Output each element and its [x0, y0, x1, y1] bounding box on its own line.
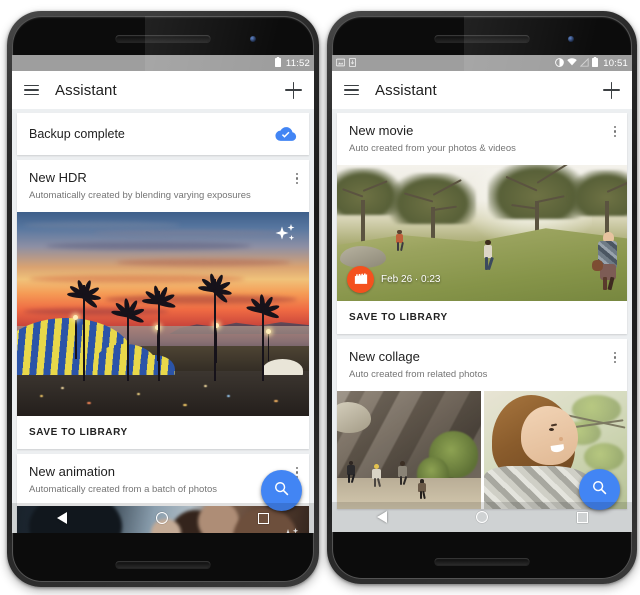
phone-bezel-right: 10:51 Assistant New movie Auto created f… [332, 16, 632, 579]
wifi-icon [567, 58, 577, 68]
screenshot-icon [335, 58, 346, 69]
card-new-hdr[interactable]: New HDR Automatically created by blendin… [17, 160, 309, 449]
no-signal-icon [579, 57, 589, 69]
earpiece-speaker-icon [434, 35, 530, 42]
palm-tree [141, 285, 176, 382]
card-header-new-collage: New collage Auto created from related ph… [337, 339, 627, 391]
search-icon [273, 480, 290, 502]
download-icon [349, 57, 356, 69]
movie-icon [347, 265, 374, 293]
card-subtitle: Automatically created by blending varyin… [29, 189, 251, 201]
bottom-speaker-icon [115, 561, 211, 568]
back-triangle-icon[interactable] [376, 511, 387, 523]
status-bar-clock: 10:51 [603, 57, 628, 69]
card-subtitle: Automatically created from a batch of ph… [29, 483, 217, 495]
hiker-person [395, 229, 404, 252]
status-bar-right-icons: 11:52 [274, 57, 310, 69]
plus-icon[interactable] [603, 81, 620, 99]
card-subtitle: Auto created from your photos & videos [349, 142, 516, 154]
search-icon [591, 479, 608, 501]
phone-device-right: 10:51 Assistant New movie Auto created f… [327, 11, 637, 584]
front-camera-icon [568, 36, 574, 42]
back-triangle-icon[interactable] [56, 512, 67, 524]
card-title: New movie [349, 123, 414, 138]
sunset-beach-scene [17, 211, 309, 416]
screenshot-stage: 11:52 Assistant Backup complete New HDR … [0, 0, 640, 595]
backup-status-row[interactable]: Backup complete [17, 113, 309, 155]
card-subtitle: Auto created from related photos [349, 368, 488, 380]
card-title: New HDR [29, 170, 87, 185]
card-backup-complete[interactable]: Backup complete [17, 113, 309, 155]
hiker-person [592, 231, 618, 291]
card-header-new-hdr: New HDR Automatically created by blendin… [17, 160, 309, 212]
card-title: New collage [349, 348, 420, 364]
bottom-speaker-icon [434, 558, 530, 565]
navigation-bar-left [12, 503, 314, 533]
video-badge: Feb 26 · 0:23 [347, 265, 441, 293]
face [520, 405, 579, 465]
front-camera-icon [250, 36, 256, 42]
home-circle-icon[interactable] [475, 511, 488, 523]
backup-status-label: Backup complete [29, 127, 125, 141]
card-header-new-movie: New movie Auto created from your photos … [337, 113, 627, 165]
page-title: Assistant [375, 81, 437, 99]
status-bar-right-icons: 10:51 [555, 57, 628, 69]
plus-icon[interactable] [285, 81, 302, 99]
palm-tree [197, 273, 233, 382]
video-badge-text: Feb 26 · 0:23 [381, 273, 441, 285]
card-photo-hdr[interactable] [17, 211, 309, 416]
cloud-done-icon [275, 126, 297, 142]
status-bar-right: 10:51 [332, 55, 632, 71]
app-bar-left: Assistant [12, 71, 314, 109]
assistant-feed-right[interactable]: New movie Auto created from your photos … [332, 109, 632, 509]
recents-square-icon[interactable] [258, 512, 270, 524]
recents-square-icon[interactable] [576, 511, 588, 523]
assistant-feed-left[interactable]: Backup complete New HDR Automatically cr… [12, 109, 314, 533]
phone-screen-left: 11:52 Assistant Backup complete New HDR … [12, 55, 314, 533]
palm-tree [66, 279, 101, 382]
do-not-disturb-icon [555, 57, 565, 69]
more-vert-icon[interactable] [613, 126, 616, 138]
card-photo-movie[interactable]: Feb 26 · 0:23 [337, 164, 627, 301]
battery-icon [274, 57, 281, 69]
card-title: New animation [29, 463, 115, 479]
page-title: Assistant [55, 81, 117, 99]
palm-tree [245, 293, 280, 382]
save-to-library-button[interactable]: SAVE TO LIBRARY [337, 301, 627, 334]
hiker-person [482, 239, 494, 271]
status-bar-left-icons [335, 57, 356, 69]
phone-device-left: 11:52 Assistant Backup complete New HDR … [7, 11, 319, 587]
phone-screen-right: 10:51 Assistant New movie Auto created f… [332, 55, 632, 532]
collage-photo-canyon[interactable] [337, 390, 481, 509]
status-bar-left: 11:52 [12, 55, 314, 71]
app-bar-right: Assistant [332, 71, 632, 109]
status-bar-clock: 11:52 [285, 57, 310, 69]
home-circle-icon[interactable] [156, 512, 169, 524]
battery-icon [592, 57, 599, 69]
palm-tree [111, 297, 146, 382]
card-new-movie[interactable]: New movie Auto created from your photos … [337, 113, 627, 334]
hamburger-menu-icon[interactable] [344, 84, 359, 96]
more-vert-icon[interactable] [613, 351, 616, 363]
earpiece-speaker-icon [115, 35, 211, 42]
canyon-hikers-scene [337, 390, 481, 509]
navigation-bar-right [332, 502, 632, 532]
hamburger-menu-icon[interactable] [24, 84, 39, 96]
phone-bezel-left: 11:52 Assistant Backup complete New HDR … [12, 16, 314, 582]
more-vert-icon[interactable] [295, 173, 298, 185]
save-to-library-button[interactable]: SAVE TO LIBRARY [17, 416, 309, 449]
